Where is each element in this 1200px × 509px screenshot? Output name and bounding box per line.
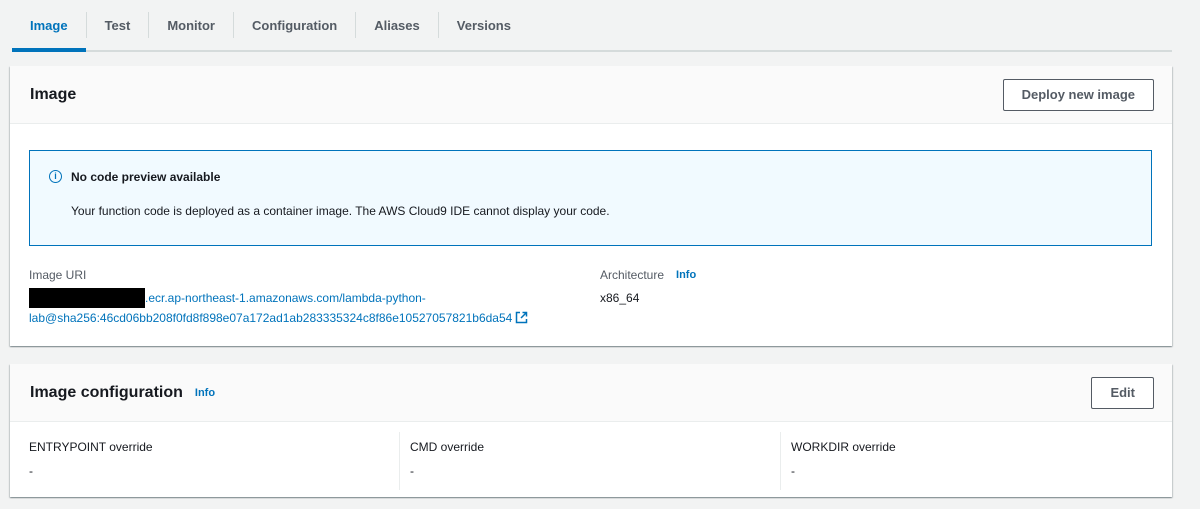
image-panel-header: Image Deploy new image <box>10 66 1172 124</box>
image-uri-value: .ecr.ap-northeast-1.amazonaws.com/lambda… <box>29 288 609 330</box>
image-panel: Image Deploy new image i No code preview… <box>10 66 1172 346</box>
cmd-field: CMD override - <box>391 422 779 498</box>
image-uri-link-line2[interactable]: lab@sha256:46cd06bb208f0fd8f898e07a172ad… <box>29 311 512 325</box>
edit-button[interactable]: Edit <box>1091 376 1154 409</box>
entrypoint-field: ENTRYPOINT override - <box>10 422 398 498</box>
tab-image[interactable]: Image <box>12 0 86 52</box>
config-panel-header: Image configuration Info Edit <box>10 364 1172 422</box>
architecture-info-link[interactable]: Info <box>676 269 696 281</box>
workdir-field: WORKDIR override - <box>772 422 1160 498</box>
image-configuration-panel: Image configuration Info Edit ENTRYPOINT… <box>10 364 1172 497</box>
entrypoint-value: - <box>29 464 33 478</box>
deploy-new-image-button[interactable]: Deploy new image <box>1002 78 1154 111</box>
external-link-icon[interactable] <box>515 310 528 330</box>
image-panel-title: Image <box>30 85 77 103</box>
architecture-value: x86_64 <box>600 291 640 305</box>
info-icon: i <box>49 170 62 183</box>
redacted-block <box>29 288 145 308</box>
config-panel-title: Image configuration <box>30 383 183 401</box>
alert-title: No code preview available <box>71 170 221 184</box>
cmd-label: CMD override <box>410 440 485 454</box>
cmd-value: - <box>410 464 414 478</box>
tab-versions[interactable]: Versions <box>439 0 529 50</box>
image-uri-section: Image URI .ecr.ap-northeast-1.amazonaws.… <box>29 268 609 330</box>
entrypoint-label: ENTRYPOINT override <box>29 440 153 454</box>
tab-test[interactable]: Test <box>87 0 149 50</box>
config-info-link[interactable]: Info <box>195 387 215 399</box>
architecture-section: Architecture Info x86_64 <box>600 268 696 305</box>
tab-bar: Image Test Monitor Configuration Aliases… <box>12 0 1172 52</box>
architecture-label: Architecture <box>600 268 665 282</box>
workdir-label: WORKDIR override <box>791 440 896 454</box>
alert-body: Your function code is deployed as a cont… <box>71 204 610 218</box>
config-fields: ENTRYPOINT override - CMD override - WOR… <box>10 422 1172 498</box>
tab-monitor[interactable]: Monitor <box>149 0 233 50</box>
workdir-value: - <box>791 464 795 478</box>
image-uri-label: Image URI <box>29 268 87 282</box>
tab-configuration[interactable]: Configuration <box>234 0 355 50</box>
image-uri-link-line1[interactable]: .ecr.ap-northeast-1.amazonaws.com/lambda… <box>145 291 426 305</box>
info-alert: i No code preview available Your functio… <box>29 150 1152 246</box>
tab-aliases[interactable]: Aliases <box>356 0 438 50</box>
